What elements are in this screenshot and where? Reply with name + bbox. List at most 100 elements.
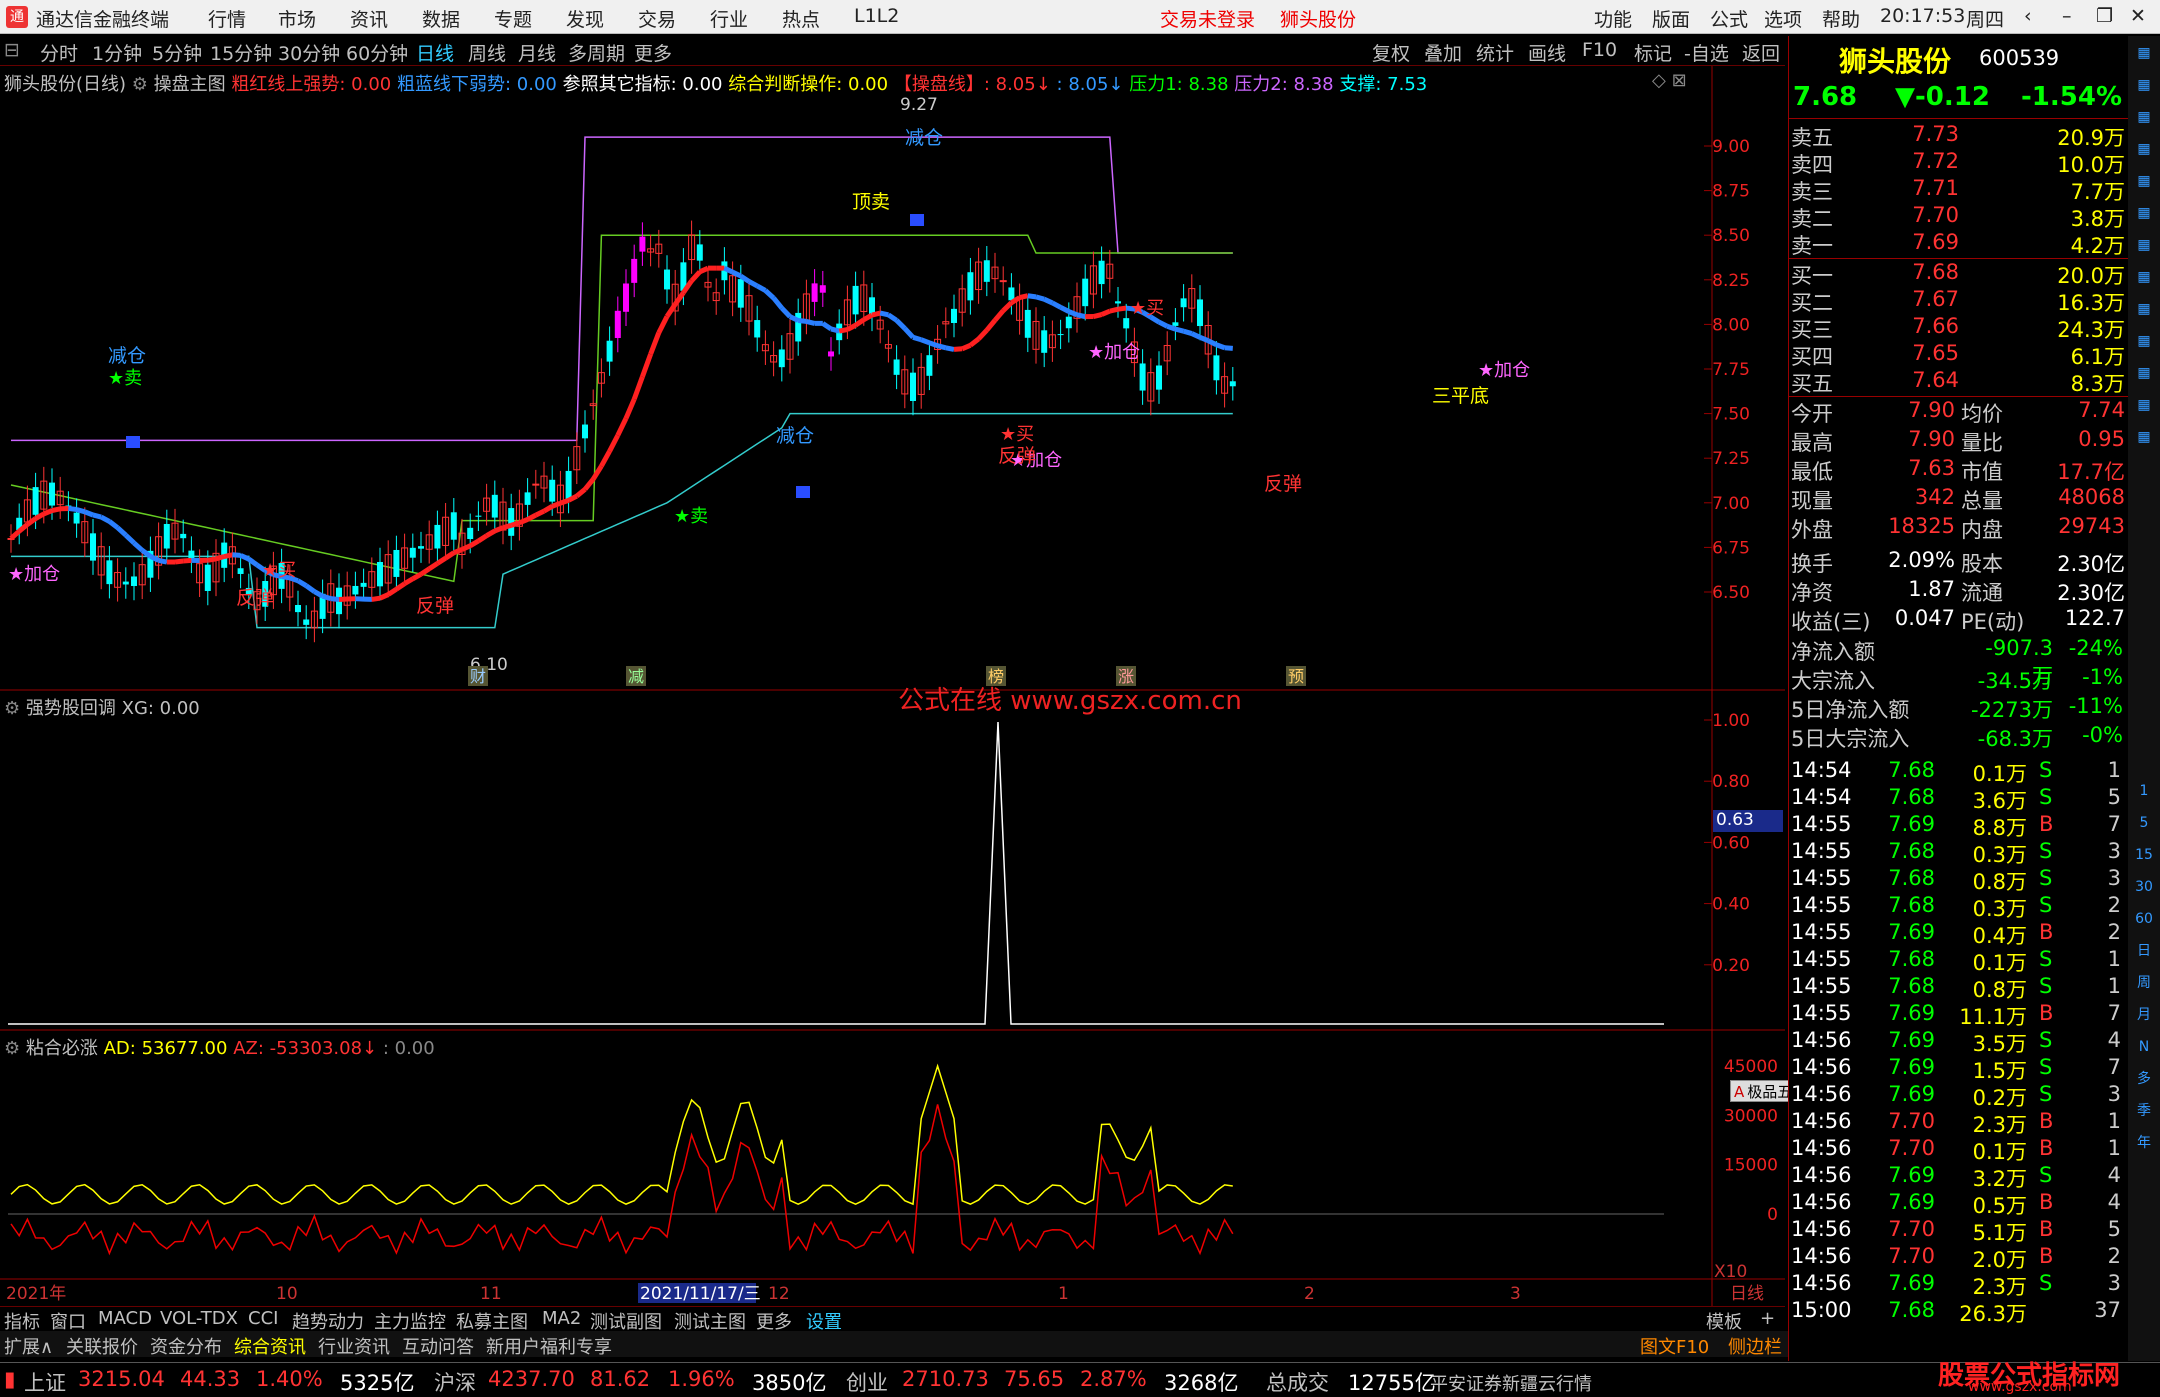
tool-icon[interactable]: ▦ <box>2132 266 2156 288</box>
period-shortcut[interactable]: 60 <box>2132 908 2156 930</box>
x10-label: X10 <box>1714 1262 1747 1282</box>
tool-icon[interactable]: ▦ <box>2132 170 2156 192</box>
menu-hangye[interactable]: 行业 <box>710 5 748 32</box>
tool-biaoji[interactable]: 标记 <box>1634 39 1672 66</box>
ext-guanlian[interactable]: 关联报价 <box>66 1333 138 1359</box>
tool-icon[interactable]: ▦ <box>2132 202 2156 224</box>
period-60min[interactable]: 60分钟 <box>346 39 408 66</box>
period-shortcut[interactable]: 15 <box>2132 844 2156 866</box>
menu-jiaoyi[interactable]: 交易 <box>638 5 676 32</box>
period-shortcut[interactable]: N <box>2132 1036 2156 1058</box>
trend-segment <box>1216 345 1224 348</box>
menu-zhuanti[interactable]: 专题 <box>494 5 532 32</box>
close-icon[interactable]: ✕ <box>2130 5 2146 27</box>
trend-segment <box>1118 308 1126 309</box>
ext-zijin[interactable]: 资金分布 <box>150 1333 222 1359</box>
ext-zonghe[interactable]: 综合资讯 <box>234 1333 306 1359</box>
menu-faxian[interactable]: 发现 <box>566 5 604 32</box>
tool-diejia[interactable]: 叠加 <box>1424 39 1462 66</box>
menu-xuanxiang[interactable]: 选项 <box>1764 5 1802 32</box>
period-shortcut[interactable]: 30 <box>2132 876 2156 898</box>
collapse-icon[interactable]: ⊟ <box>4 39 20 61</box>
tick-row-cell: 3.5万 <box>1947 1028 2027 1058</box>
period-shortcut[interactable]: 多 <box>2132 1068 2156 1090</box>
tick-row-cell: S <box>2039 1271 2052 1295</box>
ext-hangye[interactable]: 行业资讯 <box>318 1333 390 1359</box>
ext-fuli[interactable]: 新用户福利专享 <box>486 1333 612 1359</box>
ext-hudong[interactable]: 互动问答 <box>402 1333 474 1359</box>
tool-fanhui[interactable]: 返回 <box>1742 39 1780 66</box>
period-multi[interactable]: 多周期 <box>568 39 625 66</box>
tick-row: 14:557.680.1万S1 <box>1789 947 2129 974</box>
tick-row-cell: 4 <box>2089 1190 2121 1214</box>
menu-bangzhu[interactable]: 帮助 <box>1822 5 1860 32</box>
menu-gongshi[interactable]: 公式 <box>1710 5 1748 32</box>
tab-vol[interactable]: VOL-TDX <box>160 1308 238 1329</box>
tool-icon[interactable]: ▦ <box>2132 362 2156 384</box>
sub2-title[interactable]: 粘合必涨 <box>26 1038 98 1059</box>
cy-name[interactable]: 创业 <box>846 1367 888 1397</box>
tool-icon[interactable]: ▦ <box>2132 426 2156 448</box>
tool-tongji[interactable]: 统计 <box>1476 39 1514 66</box>
period-1min[interactable]: 1分钟 <box>92 39 142 66</box>
ext-f10[interactable]: 图文F10 <box>1640 1333 1709 1359</box>
menu-shichang[interactable]: 市场 <box>278 5 316 32</box>
sh-name[interactable]: 上证 <box>24 1367 66 1397</box>
menu-banmian[interactable]: 版面 <box>1652 5 1690 32</box>
sub1-title[interactable]: 强势股回调 <box>26 698 116 719</box>
tab-macd[interactable]: MACD <box>98 1308 152 1329</box>
stat2-row-cell: 2.30亿 <box>2029 577 2125 607</box>
menu-l1l2[interactable]: L1L2 <box>854 5 899 27</box>
sub1-axis-label: 0.20 <box>1712 956 1750 976</box>
maximize-icon[interactable]: ❐ <box>2096 5 2113 27</box>
period-fenshi[interactable]: 分时 <box>40 39 78 66</box>
period-shortcut[interactable]: 年 <box>2132 1132 2156 1154</box>
period-shortcut[interactable]: 周 <box>2132 972 2156 994</box>
tab-ma2[interactable]: MA2 <box>542 1308 581 1329</box>
candle-body <box>738 279 744 308</box>
tool-f10[interactable]: F10 <box>1582 39 1617 61</box>
tool-fuquan[interactable]: 复权 <box>1372 39 1410 66</box>
menu-gongneng[interactable]: 功能 <box>1594 5 1632 32</box>
tool-zixuan[interactable]: -自选 <box>1684 39 1729 66</box>
tool-icon[interactable]: ▦ <box>2132 298 2156 320</box>
tool-icon[interactable]: ▦ <box>2132 330 2156 352</box>
sz-value: 4237.70 <box>488 1367 575 1391</box>
tick-row: 14:557.680.3万S3 <box>1789 839 2129 866</box>
tab-add[interactable]: + <box>1760 1308 1775 1329</box>
minimize-icon[interactable]: – <box>2062 5 2072 27</box>
sub1-gear-icon[interactable]: ⚙ <box>4 698 20 719</box>
stat-row-cell: 48068 <box>2029 485 2125 509</box>
period-monthly[interactable]: 月线 <box>518 39 556 66</box>
tool-icon[interactable]: ▦ <box>2132 394 2156 416</box>
login-status[interactable]: 交易未登录 <box>1160 5 1255 32</box>
ext-toggle[interactable]: 扩展∧ <box>4 1333 53 1359</box>
sub2-gear-icon[interactable]: ⚙ <box>4 1038 20 1059</box>
tool-huaxian[interactable]: 画线 <box>1528 39 1566 66</box>
period-shortcut[interactable]: 1 <box>2132 780 2156 802</box>
period-weekly[interactable]: 周线 <box>468 39 506 66</box>
period-30min[interactable]: 30分钟 <box>278 39 340 66</box>
period-shortcut[interactable]: 日 <box>2132 940 2156 962</box>
tool-icon[interactable]: ▦ <box>2132 106 2156 128</box>
sz-name[interactable]: 沪深 <box>434 1367 476 1397</box>
tool-icon[interactable]: ▦ <box>2132 74 2156 96</box>
period-shortcut[interactable]: 季 <box>2132 1100 2156 1122</box>
tab-cci[interactable]: CCI <box>248 1308 278 1329</box>
tool-icon[interactable]: ▦ <box>2132 234 2156 256</box>
back-icon[interactable]: ‹ <box>2024 5 2032 27</box>
menu-shuju[interactable]: 数据 <box>422 5 460 32</box>
menu-zixun[interactable]: 资讯 <box>350 5 388 32</box>
period-daily[interactable]: 日线 <box>416 39 454 66</box>
tool-icon[interactable]: ▦ <box>2132 138 2156 160</box>
menu-hangqing[interactable]: 行情 <box>208 5 246 32</box>
tool-icon[interactable]: ▦ <box>2132 42 2156 64</box>
period-shortcut[interactable]: 5 <box>2132 812 2156 834</box>
period-5min[interactable]: 5分钟 <box>152 39 202 66</box>
menu-redian[interactable]: 热点 <box>782 5 820 32</box>
period-more[interactable]: 更多 <box>634 39 672 66</box>
flow-row: 大宗流入-34.5万-1% <box>1789 665 2129 692</box>
tick-row-cell: 0.5万 <box>1947 1190 2027 1220</box>
period-shortcut[interactable]: 月 <box>2132 1004 2156 1026</box>
period-15min[interactable]: 15分钟 <box>210 39 272 66</box>
